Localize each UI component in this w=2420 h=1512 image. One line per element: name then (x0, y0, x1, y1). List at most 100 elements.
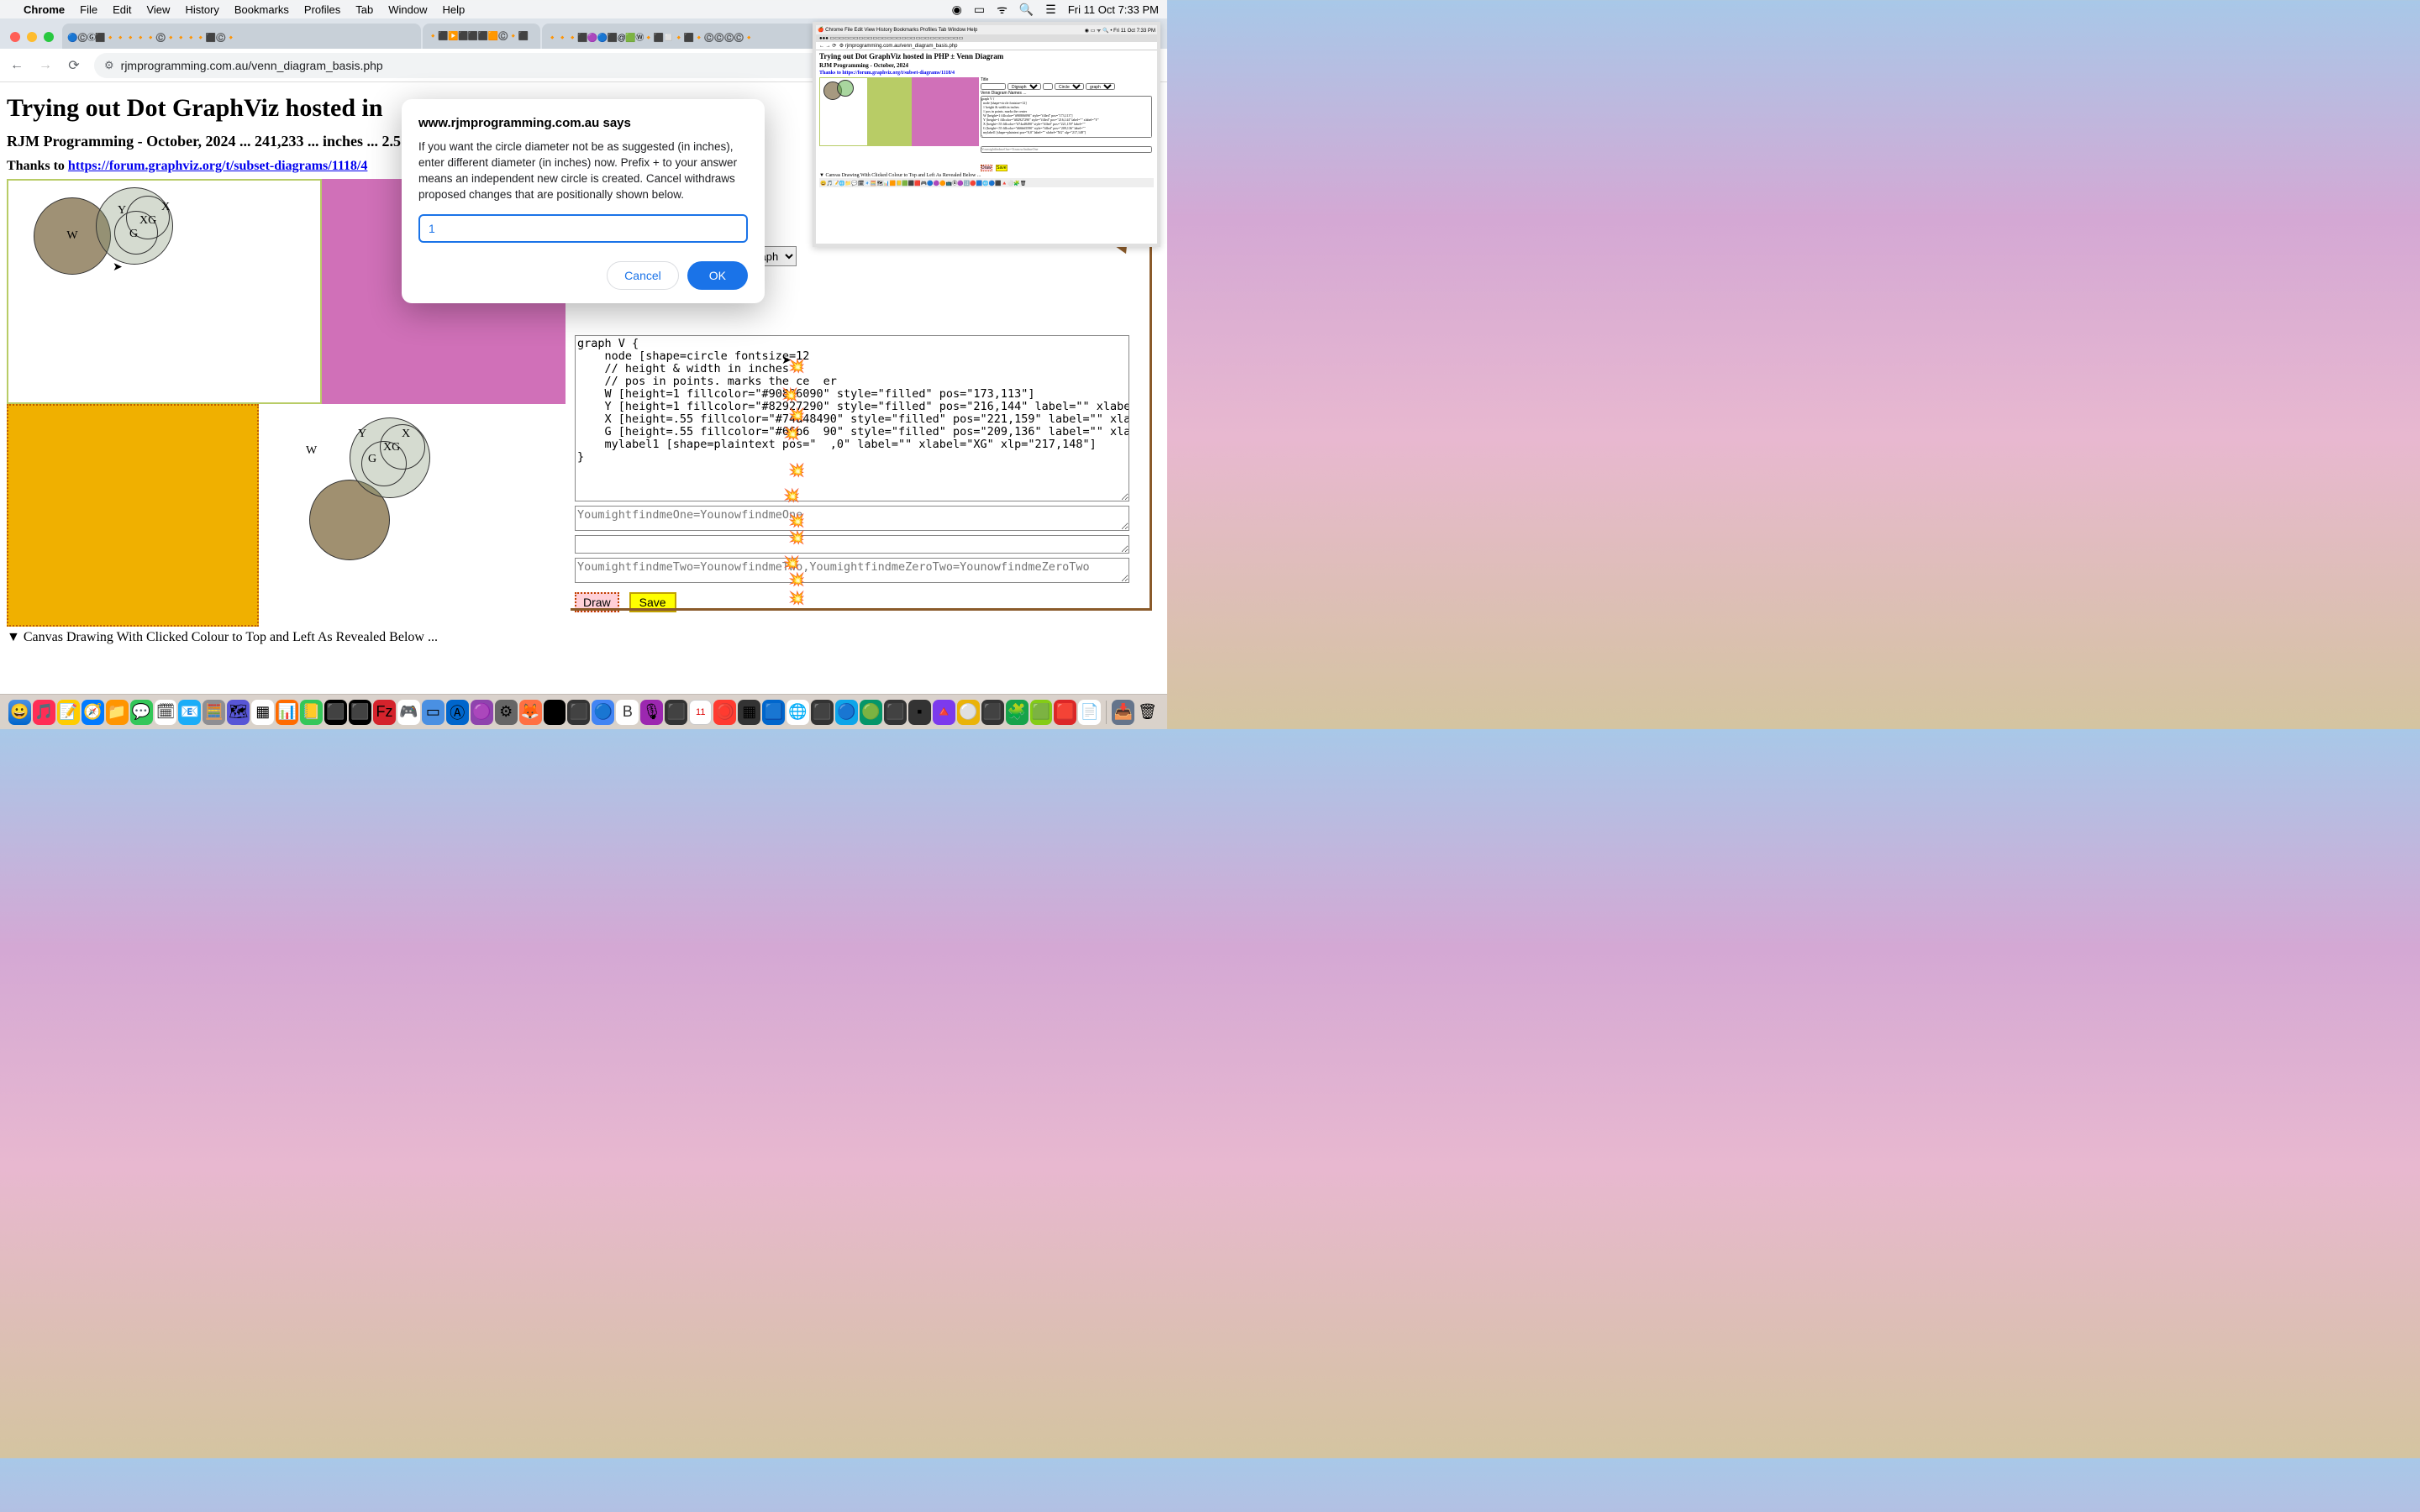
pip-arrow-vertical (1150, 247, 1152, 608)
dock-app-icon[interactable]: ⬛ (884, 700, 907, 725)
control-center-icon[interactable]: ☰ (1045, 3, 1056, 17)
dock-app-icon[interactable]: 🧩 (1006, 700, 1028, 725)
tab-cluster-2[interactable]: 🔸⬛▶️⬛⬛⬛🟧©️🔸⬛ (423, 24, 540, 49)
menu-bookmarks[interactable]: Bookmarks (234, 3, 289, 16)
dock-appletv-icon[interactable]: tv (544, 700, 566, 725)
site-settings-icon[interactable]: ⚙ (104, 59, 114, 72)
collision-icon: 💥 (788, 571, 805, 588)
pip-thumbnail[interactable]: 🍎 Chrome File Edit View History Bookmark… (813, 22, 1160, 247)
dock-chrome-icon[interactable]: 🌐 (786, 700, 809, 725)
dock-app-icon[interactable]: 🟣 (471, 700, 493, 725)
dock-terminal-icon[interactable]: ▪ (908, 700, 931, 725)
thanks-link[interactable]: https://forum.graphviz.org/t/subset-diag… (68, 159, 367, 173)
dock-app-icon[interactable]: 📊 (276, 700, 298, 725)
menubar-clock[interactable]: Fri 11 Oct 7:33 PM (1068, 3, 1159, 16)
dock-app-icon[interactable]: ⬛ (567, 700, 590, 725)
macos-dock: 😀 🎵 📝 🧭 📁 💬 🗓 📧 🧮 🗺 ▦ 📊 📒 ⬛ ⬛ Fz 🎮 ▭ Ⓐ 🟣… (0, 694, 1167, 729)
battery-icon[interactable]: ▭ (974, 3, 985, 17)
dock-launchpad-icon[interactable]: ▦ (251, 700, 274, 725)
dock-trash-icon[interactable]: 🗑 (1136, 700, 1159, 725)
dock-notes-icon[interactable]: 📝 (57, 700, 80, 725)
dock-finder-icon[interactable]: 😀 (8, 700, 31, 725)
dock-app-icon[interactable]: 🗺 (227, 700, 250, 725)
venn-preview-panel[interactable]: W Y X G XG ➤ (7, 179, 322, 404)
search-icon[interactable]: 🔍 (1019, 3, 1034, 17)
dock-app-icon[interactable]: 🧮 (203, 700, 225, 725)
collision-icon: 💥 (788, 512, 805, 529)
dock-safari-icon[interactable]: 🧭 (82, 700, 104, 725)
close-window-button[interactable] (10, 32, 20, 42)
collision-icon: 💥 (788, 462, 805, 479)
dock-app-icon[interactable]: 📒 (300, 700, 323, 725)
dialog-input[interactable] (418, 214, 748, 243)
zoom-window-button[interactable] (44, 32, 54, 42)
forward-button[interactable]: → (37, 58, 54, 73)
reload-button[interactable]: ⟳ (66, 57, 82, 74)
collision-icon: 💥 (788, 407, 805, 423)
dialog-cancel-button[interactable]: Cancel (607, 261, 679, 290)
pip-thanks: Thanks to https://forum.graphviz.org/t/s… (819, 71, 1154, 76)
pip-sub: RJM Programming - October, 2024 (819, 62, 1154, 69)
dock-app-icon[interactable]: ⚪ (957, 700, 980, 725)
dock-app-icon[interactable]: ⬛ (324, 700, 347, 725)
dock-calendar-date-icon[interactable]: 11 (689, 700, 712, 725)
dock-app-icon[interactable]: ⚙ (495, 700, 518, 725)
dock-app-icon[interactable]: B (616, 700, 639, 725)
dock-calendar-icon[interactable]: 🗓 (155, 700, 177, 725)
find-replace-two-input[interactable] (575, 558, 1129, 583)
graphviz-code-textarea[interactable]: graph V { node [shape=circle fontsize=12… (575, 335, 1129, 501)
dock-mail-icon[interactable]: 📧 (178, 700, 201, 725)
dock-app-icon[interactable]: 🎮 (397, 700, 420, 725)
menu-history[interactable]: History (185, 3, 218, 16)
dock-zoom-icon[interactable]: ▭ (422, 700, 445, 725)
menu-window[interactable]: Window (388, 3, 427, 16)
find-replace-blank-input[interactable] (575, 535, 1129, 554)
menu-edit[interactable]: Edit (113, 3, 131, 16)
dock-firefox-icon[interactable]: 🦊 (519, 700, 542, 725)
dock-appstore-icon[interactable]: Ⓐ (446, 700, 469, 725)
label-x-2: X (402, 428, 410, 441)
menu-file[interactable]: File (80, 3, 97, 16)
dock-app-icon[interactable]: ⭕ (713, 700, 736, 725)
dock-app-icon[interactable]: 🟢 (860, 700, 882, 725)
dock-music-icon[interactable]: 🎵 (33, 700, 55, 725)
gold-region[interactable] (7, 404, 259, 627)
menu-tab[interactable]: Tab (355, 3, 373, 16)
dock-app-icon[interactable]: 🔵 (592, 700, 614, 725)
cursor-icon: ➤ (781, 353, 792, 367)
dock-app-icon[interactable]: 🟩 (1030, 700, 1053, 725)
pip-arrow-horizontal (571, 608, 1152, 611)
tab-cluster-1[interactable]: 🔵©️Ⓖ⬛🔸🔸🔸🔸🔸©️🔸🔸🔸🔸⬛©️🔸 (62, 24, 421, 49)
dialog-host: www.rjmprogramming.com.au says (418, 116, 748, 130)
screen-record-icon[interactable]: ◉ (952, 3, 962, 17)
find-replace-one-input[interactable] (575, 506, 1129, 531)
dock-app-icon[interactable]: 🔵 (835, 700, 858, 725)
venn-canvas-panel[interactable]: W Y X G XG (259, 404, 570, 627)
dock-app-icon[interactable]: 📄 (1078, 700, 1101, 725)
dock-app-icon[interactable]: ⬛ (665, 700, 687, 725)
menu-help[interactable]: Help (443, 3, 466, 16)
dialog-ok-button[interactable]: OK (687, 261, 748, 290)
menu-profiles[interactable]: Profiles (304, 3, 340, 16)
wifi-icon[interactable]: ᯤ (997, 2, 1007, 18)
back-button[interactable]: ← (8, 58, 25, 73)
canvas-disclosure-row[interactable]: ▼ Canvas Drawing With Clicked Colour to … (7, 630, 1160, 645)
app-name[interactable]: Chrome (24, 3, 65, 16)
dock-files-icon[interactable]: 📁 (106, 700, 129, 725)
dock-app-icon[interactable]: ⬛ (811, 700, 834, 725)
dock-filezilla-icon[interactable]: Fz (373, 700, 396, 725)
dock-app-icon[interactable]: 🟦 (762, 700, 785, 725)
menu-view[interactable]: View (146, 3, 170, 16)
dock-app-icon[interactable]: 🟥 (1054, 700, 1076, 725)
minimize-window-button[interactable] (27, 32, 37, 42)
dock-podcasts-icon[interactable]: 🎙 (640, 700, 663, 725)
dock-downloads-icon[interactable]: 📥 (1112, 700, 1134, 725)
collision-icon: 💥 (788, 590, 805, 606)
dock-app-icon[interactable]: ⬛ (349, 700, 371, 725)
label-xg: XG (139, 214, 156, 228)
dock-app-icon[interactable]: 🔺 (933, 700, 955, 725)
collision-icon: 💥 (788, 529, 805, 546)
dock-messages-icon[interactable]: 💬 (130, 700, 153, 725)
dock-app-icon[interactable]: ▦ (738, 700, 760, 725)
dock-app-icon[interactable]: ⬛ (981, 700, 1004, 725)
